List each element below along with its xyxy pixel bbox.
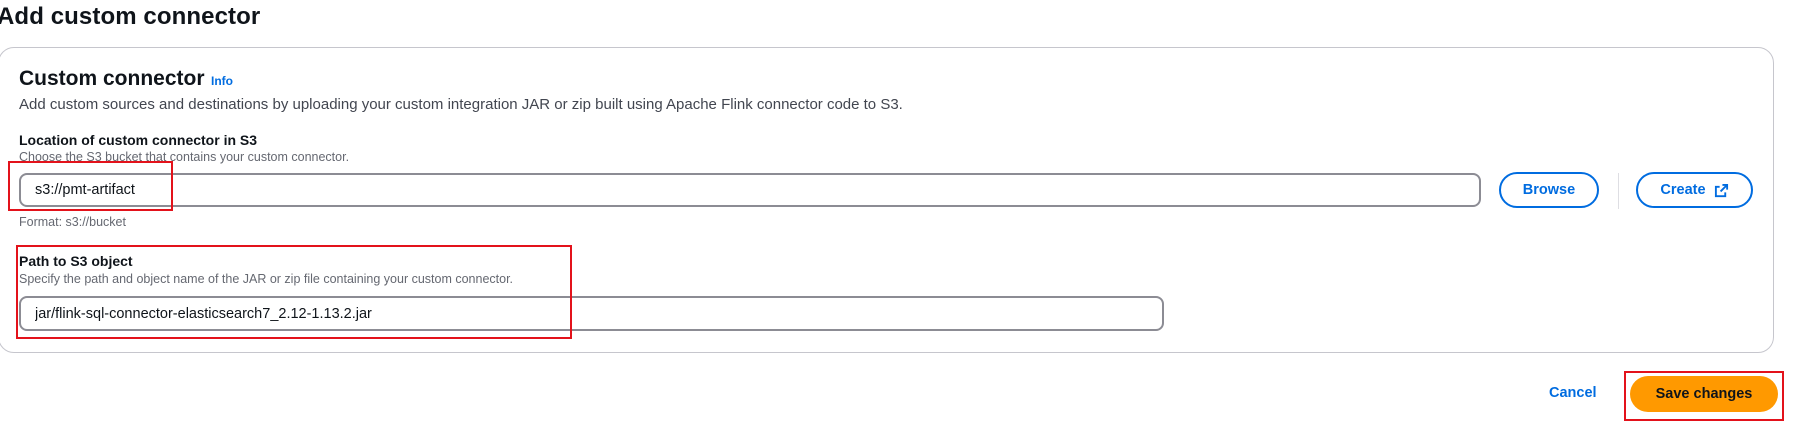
format-hint: Format: s3://bucket <box>19 215 126 229</box>
page-title: Add custom connector <box>0 3 261 30</box>
path-field-description: Specify the path and object name of the … <box>19 272 514 286</box>
location-field-label: Location of custom connector in S3 <box>19 132 258 148</box>
divider <box>1618 173 1619 209</box>
info-link[interactable]: Info <box>211 74 233 88</box>
location-input[interactable] <box>19 173 1481 207</box>
create-button[interactable]: Create <box>1636 172 1753 208</box>
browse-button-label: Browse <box>1522 182 1576 198</box>
section-description: Add custom sources and destinations by u… <box>19 96 903 113</box>
external-link-icon <box>1714 183 1729 198</box>
save-changes-button[interactable]: Save changes <box>1630 376 1778 412</box>
path-field-label: Path to S3 object <box>19 253 133 269</box>
cancel-button[interactable]: Cancel <box>1549 385 1597 401</box>
browse-button[interactable]: Browse <box>1499 172 1599 208</box>
location-field-description: Choose the S3 bucket that contains your … <box>19 150 350 164</box>
section-title: Custom connector <box>19 67 205 90</box>
create-button-label: Create <box>1660 182 1706 198</box>
path-input[interactable] <box>19 296 1164 331</box>
